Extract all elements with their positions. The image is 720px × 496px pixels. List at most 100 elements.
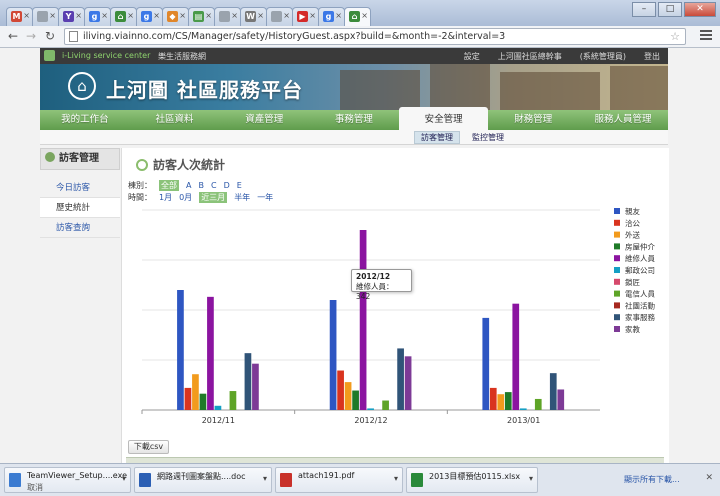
breadcrumb-service-center[interactable]: i-Living service center xyxy=(62,51,150,60)
maximize-button[interactable]: □ xyxy=(658,2,682,17)
bookmark-star-icon[interactable]: ☆ xyxy=(670,30,680,43)
browser-tab[interactable]: ⌂ × xyxy=(344,7,371,26)
category-filter: 棟別： 全部 A B C D E xyxy=(128,180,273,191)
category-option[interactable]: A xyxy=(186,181,191,190)
legend-swatch xyxy=(614,290,620,297)
close-window-button[interactable]: ✕ xyxy=(684,2,716,17)
legend-swatch xyxy=(614,314,620,321)
chevron-down-icon[interactable]: ▾ xyxy=(529,474,533,483)
chevron-down-icon[interactable]: ▾ xyxy=(263,474,267,483)
legend-label: 維修人員 xyxy=(625,253,655,263)
category-option[interactable]: D xyxy=(224,181,230,190)
bar xyxy=(557,389,565,410)
page-icon xyxy=(37,11,48,22)
legend-label: 鎖匠 xyxy=(625,277,640,287)
chevron-down-icon[interactable]: ▾ xyxy=(394,474,398,483)
sidebar-item-today[interactable]: 今日訪客 xyxy=(40,178,120,198)
user-name-link[interactable]: 上河圖社區總幹事 xyxy=(498,51,562,62)
home-icon[interactable] xyxy=(44,50,55,61)
close-tab-icon[interactable]: × xyxy=(49,11,56,20)
site-icon: ⌂ xyxy=(349,11,360,22)
nav-tab[interactable]: 安全管理 xyxy=(398,107,489,130)
period-option[interactable]: 0月 xyxy=(179,192,192,203)
close-tab-icon[interactable]: × xyxy=(179,11,186,20)
category-option[interactable]: E xyxy=(237,181,242,190)
nav-tab[interactable]: 資產管理 xyxy=(219,110,309,130)
period-option[interactable]: 近三月 xyxy=(199,192,228,203)
chevron-down-icon[interactable]: ▾ xyxy=(122,474,126,483)
download-item[interactable]: 網路週刊圖案盤點....doc ▾ xyxy=(134,467,272,493)
bar xyxy=(534,398,542,410)
close-tab-icon[interactable]: × xyxy=(75,11,82,20)
reload-icon[interactable]: ↻ xyxy=(45,29,55,43)
browser-tab[interactable]: ▶ × xyxy=(292,7,319,26)
browser-tab[interactable]: g × xyxy=(136,7,163,26)
url-text[interactable]: iliving.viainno.com/CS/Manager/safety/Hi… xyxy=(83,31,505,42)
browser-tab[interactable]: ⌂ × xyxy=(110,7,137,26)
download-item[interactable]: attach191.pdf ▾ xyxy=(275,467,403,493)
category-option[interactable]: C xyxy=(211,181,217,190)
nav-tab[interactable]: 社區資料 xyxy=(130,110,220,130)
sidebar-item-search[interactable]: 訪客查詢 xyxy=(40,218,120,238)
breadcrumb-living[interactable]: 樂生活服務網 xyxy=(158,51,206,62)
nav-tab[interactable]: 服務人員管理 xyxy=(578,110,668,130)
browser-tab[interactable]: × xyxy=(266,7,293,26)
settings-link[interactable]: 設定 xyxy=(464,51,480,62)
close-tab-icon[interactable]: × xyxy=(231,11,238,20)
bar xyxy=(184,387,192,410)
show-all-downloads-link[interactable]: 顯示所有下載... xyxy=(624,474,680,485)
minimize-button[interactable]: – xyxy=(632,2,656,17)
tab-list: M × × Y × g × ⌂ × g × ◆ × ▤ × × W × × ▶ × g × ⌂ × xyxy=(6,7,371,26)
forward-arrow-icon[interactable]: → xyxy=(26,29,36,43)
browser-tab[interactable]: M × xyxy=(6,7,33,26)
category-option[interactable]: 全部 xyxy=(159,180,179,191)
nav-tab[interactable]: 我的工作台 xyxy=(40,110,130,130)
browser-tab[interactable]: W × xyxy=(240,7,267,26)
close-tab-icon[interactable]: × xyxy=(23,11,30,20)
nav-tab[interactable]: 財務管理 xyxy=(488,110,578,130)
period-option[interactable]: 半年 xyxy=(234,192,250,203)
browser-tab[interactable]: g × xyxy=(84,7,111,26)
browser-tab[interactable]: ▤ × xyxy=(188,7,215,26)
sidebar: 訪客管理 今日訪客 歷史統計 訪客查詢 xyxy=(40,148,120,463)
close-tab-icon[interactable]: × xyxy=(309,11,316,20)
site-topbar: i-Living service center 樂生活服務網 設定 上河圖社區總… xyxy=(40,48,668,64)
close-tab-icon[interactable]: × xyxy=(283,11,290,20)
sidebar-item-history[interactable]: 歷史統計 xyxy=(40,198,120,218)
xlsx-icon xyxy=(411,473,423,487)
logout-link[interactable]: 登出 xyxy=(644,51,660,62)
period-option[interactable]: 1月 xyxy=(159,192,172,203)
address-bar[interactable]: iliving.viainno.com/CS/Manager/safety/Hi… xyxy=(64,28,686,45)
house-logo-icon: ⌂ xyxy=(68,72,96,100)
sheet-icon: ▤ xyxy=(193,11,204,22)
period-label: 時間： xyxy=(128,193,152,202)
close-tab-icon[interactable]: × xyxy=(127,11,134,20)
bar xyxy=(337,370,344,410)
download-status[interactable]: 取消 xyxy=(27,482,43,493)
yahoo-icon: Y xyxy=(63,11,74,22)
close-tab-icon[interactable]: × xyxy=(205,11,212,20)
download-csv-button[interactable]: 下載csv xyxy=(128,440,169,454)
subnav-visitor-management[interactable]: 訪客管理 xyxy=(414,131,460,144)
close-tab-icon[interactable]: × xyxy=(153,11,160,20)
browser-tab[interactable]: × xyxy=(214,7,241,26)
browser-tab[interactable]: Y × xyxy=(58,7,85,26)
close-tab-icon[interactable]: × xyxy=(257,11,264,20)
browser-tab[interactable]: × xyxy=(32,7,59,26)
subnav-monitor-management[interactable]: 監控管理 xyxy=(472,132,504,143)
nav-tab[interactable]: 事務管理 xyxy=(309,110,399,130)
browser-tab[interactable]: g × xyxy=(318,7,345,26)
close-downloads-icon[interactable]: ✕ xyxy=(705,473,713,483)
category-option[interactable]: B xyxy=(198,181,204,190)
close-tab-icon[interactable]: × xyxy=(335,11,342,20)
close-tab-icon[interactable]: × xyxy=(101,11,108,20)
bar xyxy=(199,393,207,410)
back-arrow-icon[interactable]: ← xyxy=(8,29,18,43)
download-item[interactable]: TeamViewer_Setup....exe 取消 ▾ xyxy=(4,467,131,493)
download-item[interactable]: 2013目標預估0115.xlsx ▾ xyxy=(406,467,538,493)
period-option[interactable]: 一年 xyxy=(257,192,273,203)
main-content: 訪客人次統計 棟別： 全部 A B C D E 時間： 1月 0月 近三月 半年 一年 2012/… xyxy=(121,148,669,463)
browser-tab[interactable]: ◆ × xyxy=(162,7,189,26)
menu-icon[interactable] xyxy=(700,30,712,42)
close-tab-icon[interactable]: × xyxy=(361,11,368,20)
